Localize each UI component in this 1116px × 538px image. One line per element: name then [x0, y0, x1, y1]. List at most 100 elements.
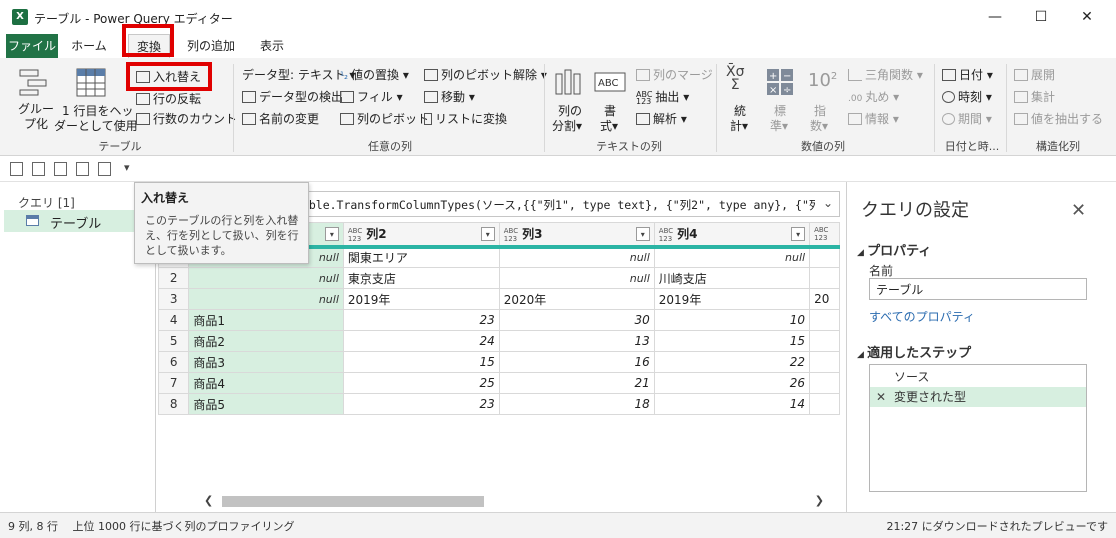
filter-dropdown-icon[interactable]: ▾	[635, 227, 650, 241]
step-item-changed-type[interactable]: ✕ 変更された型	[870, 387, 1086, 407]
save-icon[interactable]	[10, 162, 23, 176]
expand-button[interactable]: 展開	[1014, 66, 1055, 83]
split-column-button[interactable]: 列の 分割▾	[550, 64, 588, 136]
standard-button[interactable]: + − × ÷ 標 準▾	[762, 64, 798, 136]
formula-text[interactable]: Table.TransformColumnTypes(ソース,{{"列1", t…	[295, 197, 815, 213]
table-cell[interactable]: 東京支店	[342, 267, 500, 289]
refresh-icon[interactable]	[32, 162, 45, 176]
group-by-button[interactable]: グルー プ化	[8, 64, 58, 134]
filter-dropdown-icon[interactable]: ▾	[480, 227, 495, 241]
row-number[interactable]: 8	[158, 393, 190, 415]
scroll-right-icon[interactable]: ❯	[815, 494, 824, 507]
table-cell[interactable]: 10	[653, 309, 811, 331]
table-row[interactable]: 4 商品1 23 30 10	[158, 309, 840, 331]
table-cell[interactable]: 23	[342, 309, 500, 331]
table-cell[interactable]: 2020年	[498, 288, 655, 310]
step-item-source[interactable]: ソース	[870, 367, 1086, 387]
date-button[interactable]: 日付 ▾	[942, 66, 993, 83]
extract-button[interactable]: ABC 123 抽出 ▾	[636, 88, 689, 105]
filter-dropdown-icon[interactable]: ▾	[324, 227, 339, 241]
table-cell[interactable]: 16	[498, 351, 655, 373]
scroll-left-icon[interactable]: ❮	[204, 494, 213, 507]
horizontal-scrollbar[interactable]: ❮ ❯	[196, 494, 830, 508]
extract-values-button[interactable]: 値を抽出する	[1014, 110, 1103, 127]
table-cell[interactable]: 商品5	[188, 393, 344, 415]
row-number[interactable]: 4	[158, 309, 190, 331]
tab-file[interactable]: ファイル	[6, 34, 58, 58]
merge-columns-button[interactable]: 列のマージ	[636, 66, 713, 83]
unpivot-columns-button[interactable]: 列のピボット解除 ▾	[424, 66, 547, 83]
column-header[interactable]: ABC 123 列2 ▾	[342, 222, 500, 249]
count-rows-button[interactable]: 行数のカウント	[136, 110, 237, 127]
row-number[interactable]: 6	[158, 351, 190, 373]
table-cell[interactable]: 18	[498, 393, 655, 415]
convert-to-list-button[interactable]: リストに変換	[424, 110, 507, 127]
tab-add-column[interactable]: 列の追加	[180, 34, 242, 58]
expand-formula-icon[interactable]: ⌄	[823, 196, 833, 210]
table-cell[interactable]: 2019年	[342, 288, 500, 310]
table-cell[interactable]: 23	[342, 393, 500, 415]
scrollbar-thumb[interactable]	[222, 496, 484, 507]
row-number[interactable]: 5	[158, 330, 190, 352]
parse-button[interactable]: 解析 ▾	[636, 110, 687, 127]
table-cell[interactable]: 20	[809, 288, 840, 310]
properties-heading[interactable]: ◢ プロパティ	[857, 240, 931, 259]
data-type-dropdown[interactable]: データ型: テキスト ▾	[242, 66, 355, 83]
fill-button[interactable]: フィル ▾	[340, 88, 403, 105]
trigonometry-button[interactable]: 三角関数 ▾	[848, 66, 923, 83]
table-cell[interactable]: 26	[653, 372, 811, 394]
table-cell[interactable]: 商品4	[188, 372, 344, 394]
table-options-icon[interactable]	[98, 162, 111, 176]
table-cell[interactable]: 15	[342, 351, 500, 373]
reverse-rows-button[interactable]: 行の反転	[136, 90, 201, 107]
pivot-column-button[interactable]: 列のピボット	[340, 110, 429, 127]
replace-values-button[interactable]: ¹₂ 値の置換 ▾	[340, 66, 409, 83]
table-cell[interactable]	[809, 351, 840, 373]
query-properties-icon[interactable]	[54, 162, 67, 176]
filter-dropdown-icon[interactable]: ▾	[791, 227, 806, 241]
rounding-button[interactable]: .00 丸め ▾	[848, 88, 899, 105]
table-cell[interactable]	[809, 330, 840, 352]
table-cell[interactable]: null	[188, 288, 344, 310]
table-cell[interactable]: 関東エリア	[342, 246, 500, 268]
table-cell[interactable]: null	[498, 267, 655, 289]
duration-button[interactable]: 期間 ▾	[942, 110, 992, 127]
table-row[interactable]: 5 商品2 24 13 15	[158, 330, 840, 352]
move-button[interactable]: 移動 ▾	[424, 88, 475, 105]
table-row[interactable]: 8 商品5 23 18 14	[158, 393, 840, 415]
aggregate-button[interactable]: 集計	[1014, 88, 1055, 105]
use-first-row-as-headers-button[interactable]: 1 行目をヘッ ダーとして使用	[54, 64, 138, 134]
table-row[interactable]: 6 商品3 15 16 22	[158, 351, 840, 373]
tab-view[interactable]: 表示	[252, 34, 292, 58]
column-header[interactable]: ABC 123	[809, 222, 840, 249]
table-cell[interactable]: 13	[498, 330, 655, 352]
format-button[interactable]: ABC 書 式▾	[592, 64, 628, 136]
table-cell[interactable]: null	[498, 246, 655, 268]
table-cell[interactable]	[809, 393, 840, 415]
statistics-button[interactable]: X̄σ Σ 統 計▾	[722, 64, 758, 136]
scientific-button[interactable]: 102 指 数▾	[802, 64, 838, 136]
table-row[interactable]: 2 null 東京支店 null 川崎支店	[158, 267, 840, 289]
table-cell[interactable]: 商品3	[188, 351, 344, 373]
table-cell[interactable]: 25	[342, 372, 500, 394]
all-properties-link[interactable]: すべてのプロパティ	[869, 308, 975, 325]
table-row[interactable]: 7 商品4 25 21 26	[158, 372, 840, 394]
formula-bar[interactable]: = Table.TransformColumnTypes(ソース,{{"列1",…	[272, 191, 840, 217]
table-cell[interactable]: 川崎支店	[653, 267, 811, 289]
row-number[interactable]: 3	[158, 288, 190, 310]
close-pane-icon[interactable]: ✕	[1071, 200, 1086, 221]
table-cell[interactable]	[809, 267, 840, 289]
table-cell[interactable]	[809, 372, 840, 394]
customize-toolbar-icon[interactable]: ▾	[124, 161, 130, 174]
time-button[interactable]: 時刻 ▾	[942, 88, 992, 105]
information-button[interactable]: 情報 ▾	[848, 110, 899, 127]
table-cell[interactable]: null	[188, 267, 344, 289]
table-cell[interactable]: 21	[498, 372, 655, 394]
applied-steps-heading[interactable]: ◢ 適用したステップ	[857, 342, 971, 361]
table-cell[interactable]: 22	[653, 351, 811, 373]
row-number[interactable]: 2	[158, 267, 190, 289]
close-button[interactable]: ✕	[1064, 4, 1110, 30]
column-header[interactable]: ABC 123 列4 ▾	[653, 222, 811, 249]
rename-button[interactable]: 名前の変更	[242, 110, 319, 127]
query-name-input[interactable]	[869, 278, 1087, 300]
